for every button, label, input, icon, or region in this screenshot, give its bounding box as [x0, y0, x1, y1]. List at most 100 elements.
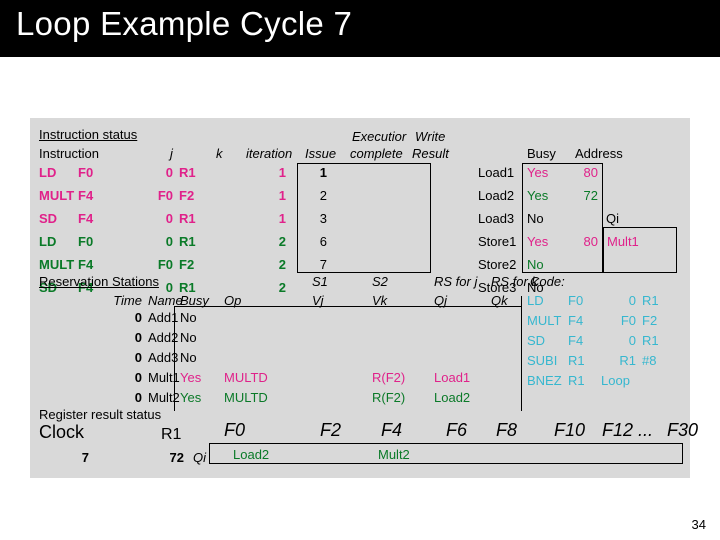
code-arg-c: #8	[642, 353, 657, 368]
rs-name: Add2	[148, 330, 179, 345]
rs-vk: R(F2)	[372, 390, 406, 405]
register-value: Mult2	[378, 447, 410, 462]
issue-value: 2	[319, 188, 327, 203]
register-header: F30	[667, 420, 699, 440]
rs-name: Mult1	[148, 370, 180, 385]
code-op: SD	[527, 333, 546, 348]
reservation-stations-label: Reservation Stations	[39, 274, 159, 289]
header-issue: Issue	[305, 146, 337, 161]
address-value: 80	[583, 234, 598, 249]
r1-label: R1	[161, 426, 182, 443]
header-busy: Busy	[527, 146, 556, 161]
code-arg-a: R1	[568, 353, 585, 368]
header-s1: S1	[312, 274, 328, 289]
busy-value: No	[527, 257, 544, 272]
rs-busy: Yes	[180, 390, 202, 405]
register-result-status-label: Register result status	[39, 407, 162, 422]
header-s2: S2	[372, 274, 388, 289]
code-arg-a: F0	[568, 293, 584, 308]
rs-qj: Load2	[434, 390, 471, 405]
qi-value: Mult1	[607, 234, 639, 249]
code-arg-c: F2	[642, 313, 658, 328]
rs-name: Add3	[148, 350, 179, 365]
code-op: LD	[527, 293, 544, 308]
header-execution-complete: complete	[350, 146, 403, 161]
rs-busy: Yes	[180, 370, 202, 385]
instruction-k: F2	[179, 257, 195, 272]
code-op: SUBI	[527, 353, 558, 368]
register-result-box	[209, 443, 683, 464]
unit-name: Load1	[478, 165, 515, 180]
header-k: k	[216, 146, 223, 161]
code-arg-c: R1	[642, 293, 659, 308]
instruction-j: 0	[165, 211, 173, 226]
code-arg-a: F4	[568, 313, 584, 328]
issue-value: 1	[319, 165, 327, 180]
header-rs-for-j: RS for j	[434, 274, 478, 289]
header-iteration: iteration	[246, 146, 293, 161]
register-header: F6	[446, 420, 468, 440]
issue-value: 3	[319, 211, 327, 226]
busy-value: Yes	[527, 234, 549, 249]
register-header: F8	[496, 420, 518, 440]
instruction-iteration: 1	[278, 188, 286, 203]
instruction-j: 0	[165, 165, 173, 180]
unit-name: Load3	[478, 211, 515, 226]
code-arg-a: F4	[568, 333, 584, 348]
rs-name: Add1	[148, 310, 179, 325]
qi-label: Qi	[193, 450, 206, 465]
busy-value: No	[527, 211, 544, 226]
rs-time: 0	[134, 350, 142, 365]
header-qi-loadstore: Qi	[606, 211, 619, 226]
clock-label: Clock	[39, 422, 85, 442]
instruction-iteration: 1	[278, 165, 286, 180]
instruction-dest: F4	[78, 211, 94, 226]
slide-title-bar: Loop Example Cycle 7	[0, 0, 720, 57]
rs-box-top-edge	[174, 306, 521, 307]
instruction-op: MULT	[39, 257, 75, 272]
header-j: j	[170, 146, 173, 161]
r1-value: 72	[169, 450, 184, 465]
register-value: Load2	[233, 447, 270, 462]
instruction-dest: F0	[78, 165, 94, 180]
code-op: BNEZ	[527, 373, 562, 388]
instruction-iteration: 2	[278, 234, 286, 249]
rs-busy: No	[180, 310, 197, 325]
rs-time: 0	[134, 310, 142, 325]
code-label: Code:	[530, 274, 565, 289]
instruction-op: SD	[39, 211, 58, 226]
unit-name: Store1	[478, 234, 517, 249]
code-arg-b: 0	[628, 333, 636, 348]
instruction-k: R1	[179, 165, 196, 180]
header-write: Write	[415, 129, 446, 144]
register-header: F0	[224, 420, 246, 440]
instruction-k: F2	[179, 188, 195, 203]
address-value: 72	[583, 188, 598, 203]
issue-value: 7	[319, 257, 327, 272]
instruction-j: F0	[157, 257, 173, 272]
page-number: 34	[691, 517, 706, 532]
code-box-left-edge	[521, 296, 522, 411]
instruction-dest: F4	[78, 257, 94, 272]
unit-name: Store2	[478, 257, 517, 272]
code-arg-a: R1	[568, 373, 585, 388]
instruction-dest: F4	[78, 188, 94, 203]
rs-busy: No	[180, 350, 197, 365]
rs-qj: Load1	[434, 370, 471, 385]
instruction-iteration: 2	[278, 257, 286, 272]
instruction-iteration: 2	[278, 280, 286, 295]
header-address: Address	[575, 146, 623, 161]
register-header: F10	[554, 420, 586, 440]
instruction-op: LD	[39, 234, 57, 249]
instruction-k: R1	[179, 234, 196, 249]
rs-op: MULTD	[224, 370, 268, 385]
code-arg-b: R1	[619, 353, 636, 368]
clock-value: 7	[81, 450, 89, 465]
rs-op: MULTD	[224, 390, 268, 405]
issue-value: 6	[319, 234, 327, 249]
tomasulo-diagram-panel: Instruction status Instruction j k itera…	[30, 118, 698, 478]
busy-value: Yes	[527, 188, 549, 203]
busy-value: Yes	[527, 165, 549, 180]
code-arg-b: F0	[620, 313, 636, 328]
instruction-k: R1	[179, 211, 196, 226]
